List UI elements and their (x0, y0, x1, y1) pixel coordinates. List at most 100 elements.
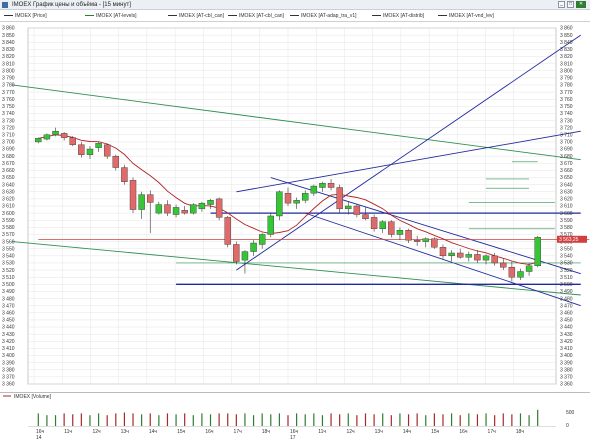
candle-body (396, 230, 404, 235)
candle-body (103, 144, 111, 157)
candle-body (121, 167, 128, 182)
legend-item-cbl-can[interactable]: IMOEX [AT-cbl_can] (168, 13, 224, 19)
price-tick-label-left: 3 730 (2, 118, 15, 124)
price-tick-label-left: 3 630 (2, 189, 15, 195)
volume-bar (227, 413, 229, 426)
time-tick-label: 16ч (459, 429, 468, 435)
volume-bar (37, 413, 39, 426)
price-tick-label-left: 3 770 (2, 90, 15, 96)
time-tick-label: 16ч (205, 429, 214, 435)
candle-body (233, 244, 240, 262)
candle-body (431, 238, 438, 248)
volume-bar (209, 414, 212, 426)
candle-body (388, 221, 395, 235)
price-tick-label-left: 3 390 (2, 360, 15, 366)
candle-body (448, 252, 455, 257)
price-tick-label: 3 550 (560, 246, 573, 252)
price-tick-label-left: 3 650 (2, 175, 15, 181)
price-tick-label-left: 3 560 (2, 239, 15, 245)
candle-body (95, 143, 102, 148)
price-tick-label: 3 700 (560, 140, 573, 146)
price-tick-label: 3 840 (560, 40, 573, 46)
legend-swatch (290, 15, 299, 17)
candle-body (465, 254, 473, 258)
price-tick-label: 3 620 (560, 197, 573, 203)
price-tick-label: 3 750 (560, 104, 573, 110)
price-tick-label: 3 370 (560, 375, 573, 381)
price-tick-label: 3 770 (560, 90, 573, 96)
price-tick-label-left: 3 520 (2, 268, 15, 274)
price-tick-label: 3 720 (560, 125, 573, 131)
legend-item-price[interactable]: IMOEX [Price] (4, 13, 47, 19)
minimize-button[interactable]: _ (558, 1, 565, 8)
price-tick-label: 3 520 (560, 268, 573, 274)
volume-bar (46, 415, 48, 426)
candle-body (35, 138, 42, 143)
price-tick-label-left: 3 740 (2, 111, 15, 117)
price-tick-label-left: 3 440 (2, 325, 15, 331)
volume-bar (321, 415, 324, 426)
volume-bar (347, 413, 349, 426)
volume-bar (407, 414, 410, 426)
candle (431, 237, 438, 249)
price-tick-label-left: 3 470 (2, 303, 15, 309)
price-tick-label: 3 600 (560, 211, 573, 217)
price-tick-label: 3 790 (560, 76, 573, 82)
volume-panel[interactable]: IMOEX [Volume] 500 0 16ч 11ч 12ч 13ч 14ч 15ч 1… (0, 392, 590, 440)
volume-bar (54, 415, 57, 426)
legend-swatch (4, 15, 13, 17)
volume-bar (450, 413, 453, 426)
price-tick-label-left: 3 640 (2, 182, 15, 188)
price-tick-label: 3 760 (560, 97, 573, 103)
volume-bar (287, 415, 289, 426)
price-tick-label: 3 810 (560, 61, 573, 67)
candle-body (310, 185, 318, 194)
volume-bar (433, 413, 435, 426)
candle-body (276, 191, 283, 217)
volume-bar (63, 413, 65, 426)
volume-bar (115, 413, 117, 426)
candle-body (60, 133, 68, 138)
volume-bar (166, 413, 169, 426)
price-tick-label-left: 3 710 (2, 133, 15, 139)
price-tick-label: 3 380 (560, 367, 573, 373)
volume-bar (304, 414, 306, 426)
price-chart[interactable]: 3 3603 3603 3703 3703 3803 3803 3903 390… (0, 22, 590, 392)
price-tick-label-left: 3 830 (2, 47, 15, 53)
candle-body (405, 230, 412, 241)
price-tick-label-left: 3 780 (2, 83, 15, 89)
candle-body (155, 204, 163, 214)
candle-body (258, 234, 266, 245)
candle-body (482, 255, 490, 261)
candle-body (293, 200, 300, 204)
price-tick-label: 3 540 (560, 254, 573, 260)
candle-body (224, 217, 231, 245)
maximize-button[interactable]: □ (567, 1, 574, 8)
price-tick-label: 3 480 (560, 296, 573, 302)
close-button[interactable]: ✕ (576, 1, 586, 8)
legend-item-vnd-lev[interactable]: IMOEX [AT-vnd_lev] (438, 13, 494, 19)
legend-item-levels[interactable]: IMOEX [AT-levels] (85, 13, 136, 19)
window-title: IMOEX График цены и объёма - [15 минут] (12, 2, 131, 8)
volume-bar (537, 409, 539, 426)
price-tick-label-left: 3 590 (2, 218, 15, 224)
price-tick-label-left: 3 410 (2, 346, 15, 352)
price-tick-label-left: 3 400 (2, 353, 15, 359)
volume-bar (201, 413, 203, 426)
time-tick-label: 12ч (346, 429, 355, 435)
volume-bar (278, 413, 280, 426)
legend-item-distrib[interactable]: IMOEX [AT-distrib] (372, 13, 424, 19)
price-tick-label: 3 450 (560, 318, 573, 324)
volume-bar (270, 414, 272, 426)
legend-item-cbl-can-2[interactable]: IMOEX [AT-cbl_can] (228, 13, 284, 19)
app-icon (2, 2, 8, 8)
price-tick-label-left: 3 450 (2, 318, 15, 324)
price-tick-label: 3 690 (560, 147, 573, 153)
time-tick-label: 12ч (92, 429, 101, 435)
volume-bar (373, 414, 375, 426)
volume-bar (235, 414, 237, 426)
candle (276, 190, 283, 221)
legend-item-adap-tra[interactable]: IMOEX [AT-adap_tra_v1] (290, 13, 357, 19)
candle (534, 235, 541, 268)
candle-body (491, 255, 498, 264)
